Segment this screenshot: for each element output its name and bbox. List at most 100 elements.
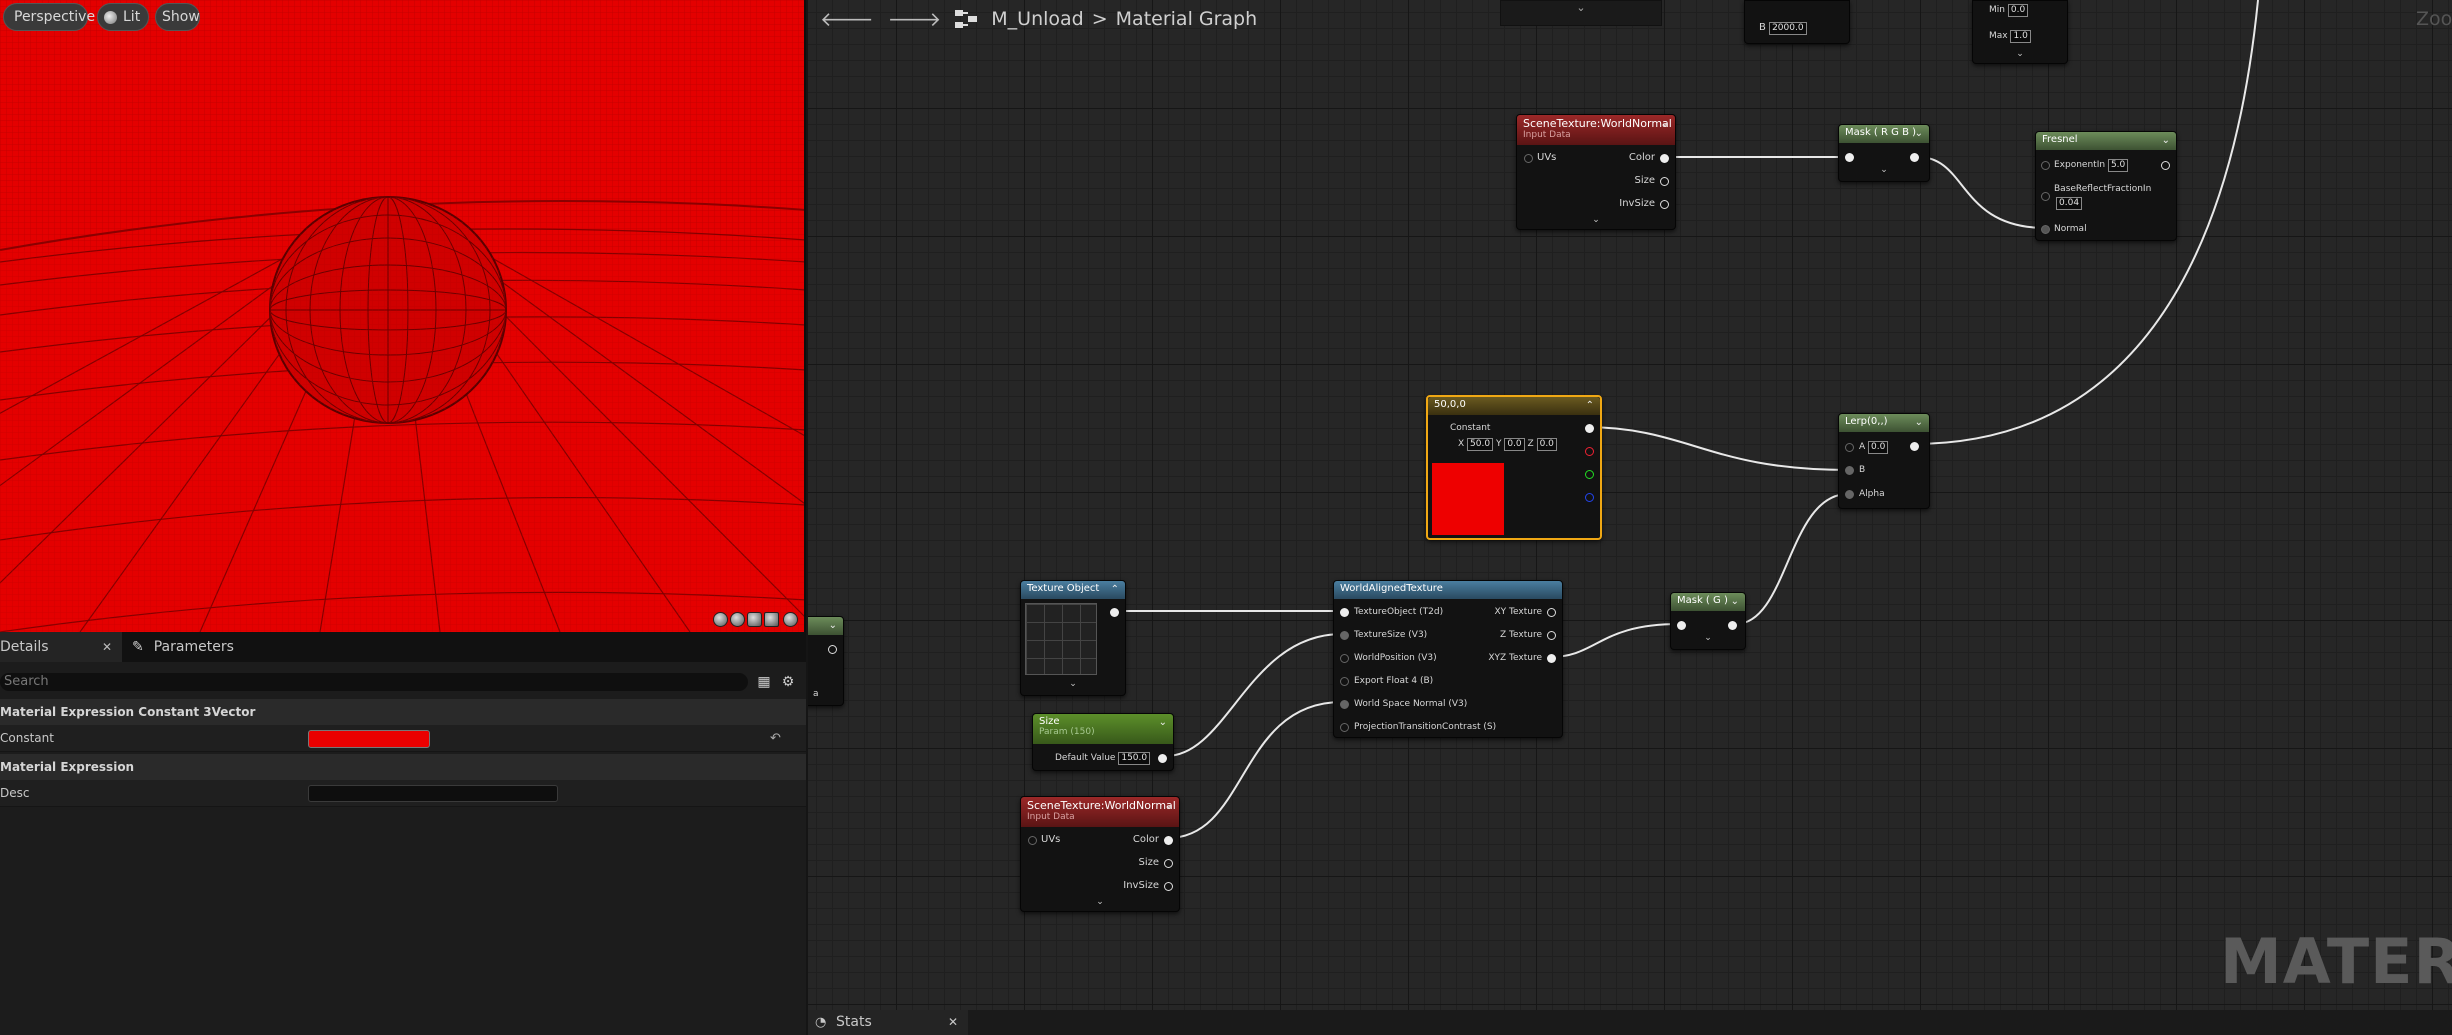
pin-output-rgb[interactable]: [1585, 424, 1594, 433]
chevron-down-icon[interactable]: ⌄: [1839, 165, 1929, 175]
pin-color[interactable]: [1660, 154, 1669, 163]
pin-normal[interactable]: [2041, 225, 2050, 234]
preview-sphere-icon[interactable]: [713, 612, 728, 627]
top-dropdown[interactable]: ⌄: [1500, 0, 1662, 26]
node-scenetexture-top[interactable]: SceneTexture:WorldNormal Input Data ⌄ UV…: [1516, 114, 1676, 230]
exponent-value[interactable]: 5.0: [2107, 159, 2129, 172]
pin-brf[interactable]: [2041, 192, 2050, 201]
pin-input[interactable]: [1845, 153, 1854, 162]
pin-world-space-normal[interactable]: [1340, 700, 1349, 709]
pin-texturesize[interactable]: [1340, 631, 1349, 640]
partial-min-value[interactable]: 0.0: [2007, 4, 2029, 17]
chevron-down-icon[interactable]: ⌄: [1021, 897, 1179, 907]
close-icon[interactable]: ✕: [102, 640, 112, 654]
pin-output[interactable]: [1158, 754, 1167, 763]
pin-size[interactable]: [1164, 859, 1173, 868]
pin-uvs[interactable]: [1524, 154, 1533, 163]
pin-invsize[interactable]: [1660, 200, 1669, 209]
forward-arrow-icon[interactable]: 🡒: [888, 7, 942, 31]
default-value-field[interactable]: 150.0: [1118, 752, 1151, 765]
partial-node-top[interactable]: B 2000.0: [1744, 0, 1850, 44]
node-size-param[interactable]: Size Param (150) ⌄ Default Value 150.0: [1032, 713, 1174, 771]
viewport[interactable]: Perspective Lit Show: [0, 0, 806, 632]
brf-value[interactable]: 0.04: [2056, 197, 2083, 210]
pin-invsize[interactable]: [1164, 882, 1173, 891]
breadcrumb-asset[interactable]: M_Unload: [991, 8, 1083, 30]
pin-alpha[interactable]: [1845, 490, 1854, 499]
chevron-down-icon[interactable]: ⌄: [2162, 135, 2170, 146]
pin-worldposition[interactable]: [1340, 654, 1349, 663]
category-constant3vector[interactable]: Material Expression Constant 3Vector: [0, 699, 806, 725]
preview-custom-mesh-icon[interactable]: [783, 612, 798, 627]
node-constant3vector[interactable]: 50,0,0 ⌃ Constant X 50.0 Y 0.0 Z 0.0: [1426, 395, 1602, 540]
preview-cylinder-icon[interactable]: [730, 612, 745, 627]
pin-output-g[interactable]: [1585, 470, 1594, 479]
pin-output-b[interactable]: [1585, 493, 1594, 502]
details-search-input[interactable]: Search: [0, 673, 748, 691]
chevron-down-icon[interactable]: ⌄: [1165, 800, 1173, 811]
y-value[interactable]: 0.0: [1504, 438, 1525, 451]
pin-output[interactable]: [828, 645, 837, 654]
pin-b[interactable]: [1845, 466, 1854, 475]
pin-output[interactable]: [1910, 442, 1919, 451]
pin-xy-texture[interactable]: [1547, 608, 1556, 617]
preview-plane-icon[interactable]: [747, 612, 762, 627]
chevron-down-icon[interactable]: ⌄: [1021, 679, 1125, 689]
table-view-icon[interactable]: ▦: [756, 674, 772, 690]
pin-projection-contrast[interactable]: [1340, 723, 1349, 732]
category-material-expression[interactable]: Material Expression: [0, 754, 806, 780]
pin-textureobject[interactable]: [1340, 608, 1349, 617]
node-lerp[interactable]: Lerp(0,,) ⌄ A 0.0 B Alpha: [1838, 413, 1930, 509]
node-mask-g[interactable]: Mask ( G ) ⌄ ⌄: [1670, 592, 1746, 650]
tab-parameters[interactable]: ✎ Parameters: [122, 632, 244, 662]
constant-color-swatch[interactable]: [308, 730, 430, 748]
tab-stats[interactable]: ◔ Stats ✕: [808, 1010, 968, 1035]
chevron-down-icon[interactable]: ⌄: [1671, 633, 1745, 643]
chevron-down-icon[interactable]: ⌄: [829, 620, 837, 631]
chevron-down-icon[interactable]: ⌄: [1731, 596, 1739, 607]
perspective-button[interactable]: Perspective: [3, 3, 95, 31]
chevron-down-icon[interactable]: ⌄: [1159, 717, 1167, 728]
show-button[interactable]: Show: [155, 3, 200, 31]
desc-text-field[interactable]: [308, 785, 558, 802]
partial-b-value[interactable]: 2000.0: [1769, 22, 1807, 35]
node-texture-object[interactable]: Texture Object ⌃ ⌄: [1020, 580, 1126, 696]
reset-to-default-icon[interactable]: ↶: [770, 725, 781, 752]
pin-output[interactable]: [1728, 621, 1737, 630]
partial-max-value[interactable]: 1.0: [2010, 30, 2031, 43]
chevron-up-icon[interactable]: ⌃: [1586, 400, 1594, 411]
a-value[interactable]: 0.0: [1868, 441, 1889, 454]
pin-color[interactable]: [1164, 836, 1173, 845]
preview-cube-icon[interactable]: [764, 612, 779, 627]
pin-export-float4[interactable]: [1340, 677, 1349, 686]
z-value[interactable]: 0.0: [1536, 438, 1557, 451]
tab-details[interactable]: Details ✕: [0, 632, 122, 662]
partial-node-left[interactable]: ⌄ a: [808, 616, 844, 706]
chevron-down-icon[interactable]: ⌄: [1915, 417, 1923, 428]
node-fresnel[interactable]: Fresnel ⌄ ExponentIn 5.0 BaseReflectFrac…: [2035, 131, 2177, 241]
node-mask-rgb[interactable]: Mask ( R G B ) ⌄ ⌄: [1838, 124, 1930, 182]
settings-gear-icon[interactable]: ⚙: [780, 674, 796, 690]
node-scenetexture-bottom[interactable]: SceneTexture:WorldNormal Input Data ⌄ UV…: [1020, 796, 1180, 912]
pin-input[interactable]: [1677, 621, 1686, 630]
pin-size[interactable]: [1660, 177, 1669, 186]
material-graph[interactable]: 🡐 🡒 M_Unload > Material Graph ⌄ B 2000.0…: [808, 0, 2452, 1010]
x-value[interactable]: 50.0: [1467, 438, 1494, 451]
pin-xyz-texture[interactable]: [1547, 654, 1556, 663]
pin-output-r[interactable]: [1585, 447, 1594, 456]
pin-output[interactable]: [1910, 153, 1919, 162]
partial-node-minmax[interactable]: Min 0.0 Max 1.0 ⌄: [1972, 0, 2068, 64]
lit-button[interactable]: Lit: [97, 3, 149, 31]
pin-output[interactable]: [2161, 161, 2170, 170]
pin-exponent[interactable]: [2041, 161, 2050, 170]
pin-a[interactable]: [1845, 443, 1854, 452]
chevron-up-icon[interactable]: ⌃: [1111, 584, 1119, 595]
pin-uvs[interactable]: [1028, 836, 1037, 845]
chevron-down-icon[interactable]: ⌄: [1661, 118, 1669, 129]
chevron-down-icon[interactable]: ⌄: [1915, 128, 1923, 139]
pin-z-texture[interactable]: [1547, 631, 1556, 640]
chevron-down-icon[interactable]: ⌄: [1973, 49, 2067, 59]
back-arrow-icon[interactable]: 🡐: [820, 7, 874, 31]
close-icon[interactable]: ✕: [948, 1010, 958, 1035]
node-worldalignedtexture[interactable]: WorldAlignedTexture TextureObject (T2d) …: [1333, 580, 1563, 738]
